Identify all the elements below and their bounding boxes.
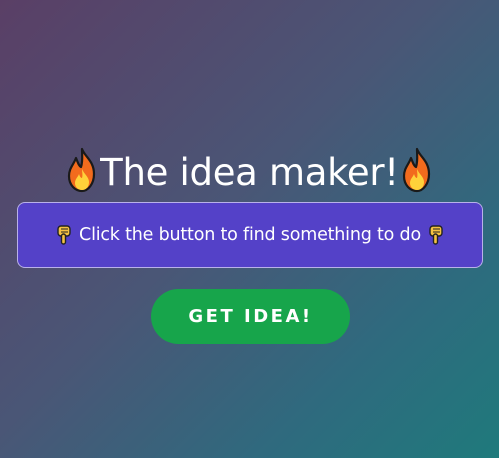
idea-message-box: Click the button to find something to do [17,202,483,268]
fire-icon [399,147,435,193]
page-title: The idea maker! [0,147,499,198]
fire-icon [64,147,100,193]
pointing-down-icon [55,225,73,245]
page-title-text: The idea maker! [100,150,399,194]
pointing-down-icon [427,225,445,245]
get-idea-button[interactable]: GET IDEA! [151,289,350,344]
app-container: The idea maker! Click the button to find… [0,0,499,458]
idea-message-text: Click the button to find something to do [79,225,421,245]
